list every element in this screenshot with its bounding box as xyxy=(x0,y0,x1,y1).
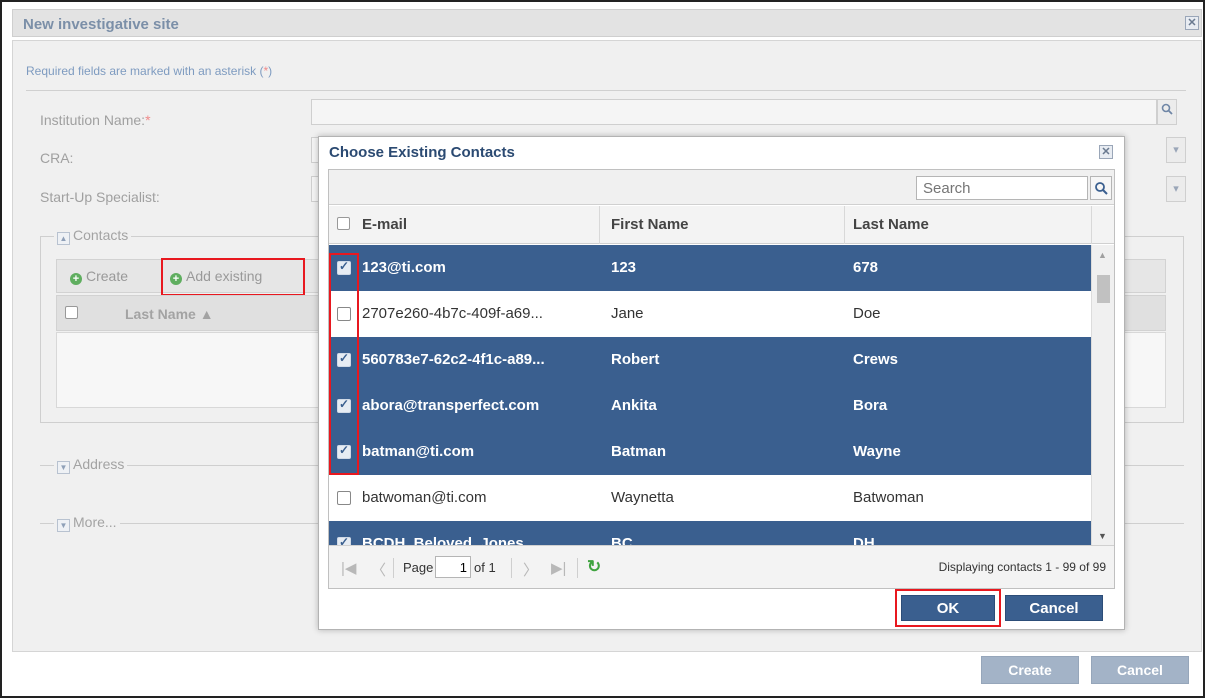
create-contact-button[interactable]: + Create xyxy=(70,268,128,285)
last-page-icon[interactable]: ▶| xyxy=(551,559,566,577)
grid-rows: 123@ti.com 123 678 2707e260-4b7c-409f-a69..… xyxy=(329,245,1091,545)
more-section[interactable]: ▼ More... xyxy=(54,514,120,532)
divider xyxy=(26,90,1186,91)
dialog-close-icon[interactable]: ✕ xyxy=(1099,145,1113,159)
cell-first-name: Jane xyxy=(611,305,644,322)
highlight-box-ok xyxy=(895,589,1001,627)
scroll-down-icon[interactable]: ▼ xyxy=(1098,531,1107,541)
contacts-grid: E-mail First Name Last Name 123@ti.com12… xyxy=(328,169,1115,589)
cell-last-name: DH xyxy=(853,535,875,545)
contacts-legend[interactable]: ▲ Contacts xyxy=(54,227,132,245)
cell-first-name: BC xyxy=(611,535,633,545)
page-of-label: of 1 xyxy=(474,560,496,575)
create-button[interactable]: Create xyxy=(981,656,1079,684)
row-checkbox[interactable] xyxy=(337,535,351,545)
required-note: Required fields are marked with an aster… xyxy=(26,64,272,78)
cell-email: 2707e260-4b7c-409f-a69... xyxy=(362,305,543,322)
institution-asterisk: * xyxy=(145,112,151,128)
cell-last-name: Crews xyxy=(853,351,899,368)
expand-icon[interactable]: ▼ xyxy=(57,461,70,474)
pager-separator xyxy=(393,558,394,578)
cell-email: batman@ti.com xyxy=(362,443,475,460)
prev-page-icon[interactable]: 〈 xyxy=(371,559,386,580)
highlight-box-add-existing xyxy=(161,258,305,296)
page-number-input[interactable] xyxy=(435,556,471,578)
display-info: Displaying contacts 1 - 99 of 99 xyxy=(938,560,1106,574)
search-icon[interactable] xyxy=(1090,176,1112,200)
contact-row[interactable]: 560783e7-62c2-4f1c-a89... Robert Crews xyxy=(329,337,1091,383)
page-label: Page xyxy=(403,560,434,575)
grid-scrollbar[interactable]: ▲ ▼ xyxy=(1091,245,1114,545)
contact-row[interactable]: 123@ti.com 123 678 xyxy=(329,245,1091,291)
institution-input[interactable] xyxy=(311,99,1157,125)
cell-first-name: Robert xyxy=(611,351,660,368)
highlight-box-checkboxes xyxy=(329,253,359,475)
cell-last-name: Bora xyxy=(853,397,888,414)
choose-contacts-dialog: Choose Existing Contacts ✕ E-mail First … xyxy=(318,136,1125,630)
startup-dropdown-icon[interactable]: ▾ xyxy=(1166,176,1186,202)
cra-label: CRA: xyxy=(40,150,74,166)
institution-label: Institution Name:* xyxy=(40,112,151,128)
col-separator xyxy=(844,206,845,244)
contact-row[interactable]: batman@ti.com Batman Wayne xyxy=(329,429,1091,475)
required-note-end: ) xyxy=(268,64,273,78)
dialog-title: Choose Existing Contacts xyxy=(329,144,515,161)
refresh-icon[interactable]: ↻ xyxy=(587,557,601,577)
grid-toolbar xyxy=(329,170,1114,205)
cell-email: 123@ti.com xyxy=(362,259,446,276)
cell-last-name: 678 xyxy=(853,259,879,276)
search-input[interactable] xyxy=(916,176,1088,200)
contact-row[interactable]: BCDH_Beloved_Jones BC DH xyxy=(329,521,1091,545)
contact-row[interactable]: abora@transperfect.com Ankita Bora xyxy=(329,383,1091,429)
window-close-icon[interactable]: ✕ xyxy=(1185,16,1199,30)
required-note-text: Required fields are marked with an aster… xyxy=(26,64,264,78)
contacts-legend-text: Contacts xyxy=(73,227,129,243)
col-first-name[interactable]: First Name xyxy=(611,206,689,244)
cra-dropdown-icon[interactable]: ▾ xyxy=(1166,137,1186,163)
contact-row[interactable]: batwoman@ti.com Waynetta Batwoman xyxy=(329,475,1091,521)
row-checkbox[interactable] xyxy=(337,491,351,505)
startup-label: Start-Up Specialist: xyxy=(40,189,160,205)
institution-label-text: Institution Name: xyxy=(40,112,146,128)
col-separator xyxy=(599,206,600,244)
cell-first-name: 123 xyxy=(611,259,637,276)
window-titlebar: New investigative site xyxy=(12,9,1202,37)
pager-separator xyxy=(511,558,512,578)
institution-search-icon[interactable] xyxy=(1157,99,1177,125)
col-last-name[interactable]: Last Name xyxy=(853,206,929,244)
plus-icon: + xyxy=(70,273,82,285)
pagination-bar: |◀ 〈 Page of 1 〉 ▶| ↻ Displaying contact… xyxy=(329,545,1114,588)
cell-email: batwoman@ti.com xyxy=(362,489,487,506)
select-all-checkbox[interactable] xyxy=(337,217,350,230)
create-contact-label: Create xyxy=(86,268,129,284)
cell-first-name: Waynetta xyxy=(611,489,674,506)
address-section[interactable]: ▼ Address xyxy=(54,456,128,474)
scroll-up-icon[interactable]: ▲ xyxy=(1098,250,1107,260)
collapse-icon[interactable]: ▲ xyxy=(57,232,70,245)
col-email[interactable]: E-mail xyxy=(362,206,407,244)
more-label: More... xyxy=(73,514,117,530)
scrollbar-thumb[interactable] xyxy=(1097,275,1110,303)
grid-header: E-mail First Name Last Name xyxy=(329,206,1114,244)
cell-email: abora@transperfect.com xyxy=(362,397,540,414)
cell-last-name: Batwoman xyxy=(853,489,924,506)
select-all-checkbox[interactable] xyxy=(65,306,78,319)
next-page-icon[interactable]: 〉 xyxy=(523,559,538,580)
col-separator xyxy=(1091,206,1092,244)
cell-first-name: Batman xyxy=(611,443,667,460)
cancel-button[interactable]: Cancel xyxy=(1091,656,1189,684)
window-title: New investigative site xyxy=(23,16,179,33)
cell-last-name: Wayne xyxy=(853,443,901,460)
cell-first-name: Ankita xyxy=(611,397,657,414)
expand-icon[interactable]: ▼ xyxy=(57,519,70,532)
pager-separator xyxy=(577,558,578,578)
cell-email: BCDH_Beloved_Jones xyxy=(362,535,524,545)
cancel-dialog-button[interactable]: Cancel xyxy=(1005,595,1103,621)
cell-email: 560783e7-62c2-4f1c-a89... xyxy=(362,351,545,368)
col-last-name[interactable]: Last Name ▲ xyxy=(125,306,214,322)
contact-row[interactable]: 2707e260-4b7c-409f-a69... Jane Doe xyxy=(329,291,1091,337)
cell-last-name: Doe xyxy=(853,305,881,322)
address-label: Address xyxy=(73,456,125,472)
first-page-icon[interactable]: |◀ xyxy=(341,559,356,577)
